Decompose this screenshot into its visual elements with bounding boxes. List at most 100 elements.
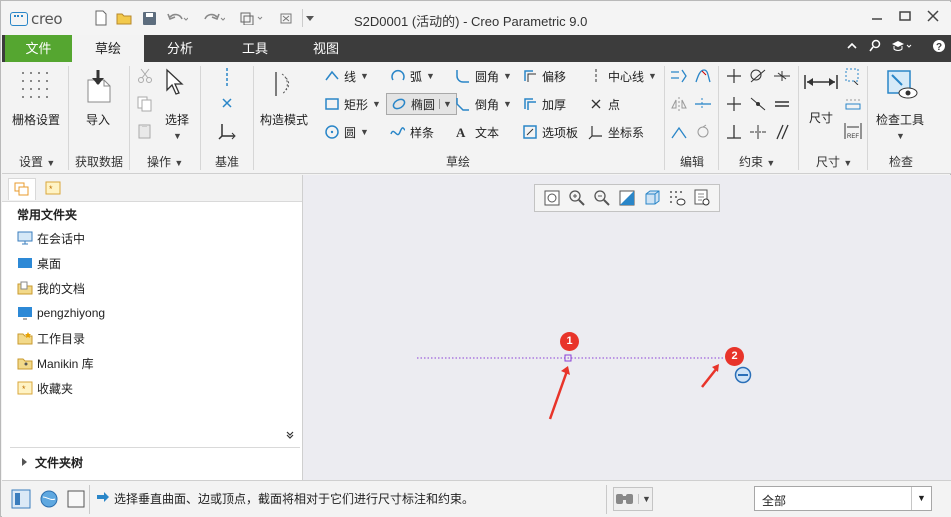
reference-dim-icon[interactable]: REF: [844, 122, 862, 143]
filter-dropdown-icon[interactable]: ▼: [911, 487, 931, 510]
inspect-tools-button[interactable]: 检查工具 ▼: [876, 111, 924, 142]
list-item[interactable]: 桌面: [17, 253, 61, 273]
undo-icon[interactable]: [164, 9, 190, 27]
grid-icon: [20, 70, 50, 103]
group-operations-label[interactable]: 操作 ▼: [147, 153, 183, 170]
copy-icon[interactable]: [137, 96, 153, 115]
coordsys-button[interactable]: 坐标系: [588, 122, 644, 142]
corner-icon[interactable]: [670, 124, 688, 143]
equal-constraint-icon[interactable]: [773, 96, 791, 115]
line-button[interactable]: 线 ▼: [324, 66, 369, 86]
arc-button[interactable]: 弧 ▼: [390, 66, 435, 86]
regenerate-icon[interactable]: [238, 9, 266, 27]
selection-filter[interactable]: 全部 ▼: [754, 486, 932, 511]
list-item[interactable]: pengzhiyong: [17, 303, 105, 323]
delete-segment-icon[interactable]: [694, 96, 712, 115]
offset-button[interactable]: 偏移: [522, 66, 566, 86]
horizontal-constraint-icon[interactable]: [725, 96, 743, 115]
paste-icon[interactable]: [137, 123, 153, 142]
navigator-tabs: *: [2, 175, 302, 202]
group-divider: [129, 66, 130, 170]
search-icon[interactable]: [868, 39, 882, 56]
modify-icon[interactable]: [670, 68, 688, 87]
palette-button[interactable]: 选项板: [522, 122, 578, 142]
tab-sketch[interactable]: 草绘: [72, 35, 144, 62]
select-button[interactable]: 选择 ▼: [165, 111, 189, 142]
close-button[interactable]: [922, 8, 944, 28]
mirror-icon[interactable]: [670, 96, 688, 115]
working-directory-icon: [17, 331, 33, 345]
perimeter-dim-icon[interactable]: [844, 67, 862, 88]
tab-tools[interactable]: 工具: [220, 35, 290, 62]
chamfer-button[interactable]: 倒角 ▼: [455, 94, 512, 114]
parallel-constraint-icon[interactable]: [773, 124, 791, 143]
import-icon: [84, 68, 114, 107]
show-browser-icon[interactable]: [39, 489, 59, 512]
import-button[interactable]: 导入: [86, 111, 110, 128]
grid-settings-button[interactable]: 栅格设置: [12, 111, 60, 128]
point-button[interactable]: 点: [588, 94, 620, 114]
perpendicular-constraint-icon[interactable]: [725, 124, 743, 143]
centerline-button[interactable]: 中心线 ▼: [588, 66, 657, 86]
minimize-button[interactable]: [866, 8, 888, 28]
cut-icon[interactable]: [137, 68, 153, 87]
vertical-constraint-icon[interactable]: [725, 68, 743, 87]
new-file-icon[interactable]: [92, 9, 110, 27]
window-title: S2D0001 (活动的) - Creo Parametric 9.0: [354, 14, 588, 29]
ellipse-button[interactable]: 椭圆 ▼: [386, 93, 457, 115]
group-dimension-label[interactable]: 尺寸 ▼: [816, 153, 852, 170]
step-marker-1: 1: [560, 332, 579, 351]
maximize-button[interactable]: [894, 8, 916, 28]
tab-view[interactable]: 视图: [291, 35, 361, 62]
find-button[interactable]: ▼: [613, 487, 653, 511]
tab-file[interactable]: 文件: [5, 35, 72, 62]
tangent-constraint-icon[interactable]: [749, 68, 767, 87]
spline-button[interactable]: 样条: [390, 122, 434, 142]
text-button[interactable]: A 文本: [455, 122, 499, 142]
group-setup-label[interactable]: 设置 ▼: [19, 153, 55, 170]
folder-tree-toggle[interactable]: 文件夹树: [10, 447, 300, 477]
list-item[interactable]: 在会话中: [17, 228, 85, 248]
expand-more-icon[interactable]: [285, 430, 295, 443]
collapse-ribbon-icon[interactable]: [846, 39, 858, 56]
datum-centerline-icon[interactable]: [220, 68, 234, 89]
help-icon[interactable]: ?: [932, 39, 946, 56]
datum-point-icon[interactable]: [220, 96, 234, 113]
rectangle-button[interactable]: 矩形 ▼: [324, 94, 381, 114]
tab-analysis[interactable]: 分析: [145, 35, 215, 62]
close-window-icon[interactable]: [278, 9, 294, 27]
customize-toolbar-icon[interactable]: [302, 9, 316, 27]
list-item[interactable]: * 收藏夹: [17, 378, 73, 398]
group-divider: [718, 66, 719, 170]
circle-button[interactable]: 圆 ▼: [324, 122, 369, 142]
group-sketch-label: 草绘: [446, 155, 471, 169]
graphics-area[interactable]: 1 2: [303, 175, 951, 480]
fillet-button[interactable]: 圆角 ▼: [455, 66, 512, 86]
group-constrain-label[interactable]: 约束 ▼: [739, 153, 775, 170]
tab-model-tree[interactable]: [8, 178, 36, 200]
datum-coordsys-icon[interactable]: [218, 122, 236, 143]
list-item[interactable]: 工作目录: [17, 328, 85, 348]
dimension-button[interactable]: 尺寸: [809, 109, 833, 126]
ellipse-dropdown[interactable]: ▼: [439, 99, 452, 109]
construction-mode-button[interactable]: 构造模式: [260, 111, 308, 128]
save-icon[interactable]: [140, 9, 158, 27]
divide-icon[interactable]: [694, 68, 712, 87]
inspect-tools-icon: [885, 68, 919, 105]
show-navigator-icon[interactable]: [11, 489, 31, 512]
full-screen-icon[interactable]: [66, 489, 86, 512]
graduation-cap-icon[interactable]: [891, 39, 913, 56]
tab-folder-browser[interactable]: *: [40, 178, 68, 200]
coincident-constraint-icon[interactable]: [749, 96, 767, 115]
redo-icon[interactable]: [201, 9, 227, 27]
open-folder-icon[interactable]: [115, 9, 133, 27]
arc-icon: [390, 68, 406, 84]
baseline-dim-icon[interactable]: [844, 96, 862, 115]
list-item[interactable]: Manikin 库: [17, 353, 94, 373]
midpoint-constraint-icon[interactable]: [773, 68, 791, 87]
thicken-button[interactable]: 加厚: [522, 94, 566, 114]
documents-icon: [17, 281, 33, 295]
symmetric-constraint-icon[interactable]: [749, 124, 767, 143]
rotate-resize-icon[interactable]: [694, 124, 712, 143]
list-item[interactable]: 我的文档: [17, 278, 85, 298]
